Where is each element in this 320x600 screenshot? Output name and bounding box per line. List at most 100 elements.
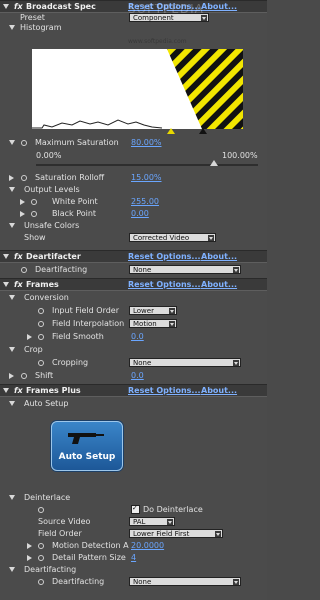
stopwatch-icon[interactable] xyxy=(31,197,37,207)
input-field-order-row: Input Field Order Lower xyxy=(0,306,267,316)
slider-thumb-icon[interactable] xyxy=(209,160,218,166)
stopwatch-icon[interactable] xyxy=(21,371,27,381)
stopwatch-icon[interactable] xyxy=(21,138,27,148)
detail-pattern-row: Detail Pattern Size 4 xyxy=(0,553,267,563)
auto-setup-button[interactable]: Auto Setup xyxy=(51,421,123,471)
shift-value[interactable]: 0.0 xyxy=(131,371,144,381)
fx-icon[interactable]: fx xyxy=(14,385,23,396)
auto-setup-row: Auto Setup xyxy=(0,399,267,409)
stopwatch-icon[interactable] xyxy=(38,553,44,563)
input-field-order-label: Input Field Order xyxy=(52,306,119,315)
collapsed-triangle-icon[interactable] xyxy=(9,173,14,183)
max-saturation-value[interactable]: 80.00% xyxy=(131,138,162,148)
collapsed-triangle-icon[interactable] xyxy=(20,209,25,219)
max-saturation-slider[interactable] xyxy=(36,164,258,166)
chevron-down-icon xyxy=(167,519,173,525)
reset-options-link[interactable]: Reset Options... xyxy=(128,279,201,290)
stopwatch-icon[interactable] xyxy=(38,306,44,316)
rolloff-marker-icon[interactable] xyxy=(199,128,207,134)
do-deinterlace-row: Do Deinterlace xyxy=(0,503,267,515)
stopwatch-icon[interactable] xyxy=(21,265,27,275)
effect-title: Frames Plus xyxy=(26,386,81,395)
collapse-triangle-icon[interactable] xyxy=(3,1,9,12)
field-order-dropdown[interactable]: Lower Field First xyxy=(129,529,223,538)
detail-pattern-value[interactable]: 4 xyxy=(131,553,136,563)
show-label: Show xyxy=(24,233,46,242)
expand-triangle-icon[interactable] xyxy=(9,565,15,575)
source-video-value: PAL xyxy=(133,518,146,526)
source-video-row: Source Video PAL xyxy=(0,517,267,527)
effect-header-frames-plus[interactable]: fx Frames Plus Reset Options... About... xyxy=(0,384,267,397)
expand-triangle-icon[interactable] xyxy=(9,345,15,355)
field-smooth-value[interactable]: 0.0 xyxy=(131,332,144,342)
shift-row: Shift 0.0 xyxy=(0,371,267,381)
expand-triangle-icon[interactable] xyxy=(9,399,15,409)
deartifacting-dropdown[interactable]: None xyxy=(129,265,241,274)
effect-title: Broadcast Spec xyxy=(26,2,96,11)
histogram-label: Histogram xyxy=(20,23,62,32)
input-field-order-dropdown[interactable]: Lower xyxy=(129,306,177,315)
stopwatch-icon[interactable] xyxy=(38,358,44,368)
effect-header-deartifacter[interactable]: fx Deartifacter Reset Options... About..… xyxy=(0,250,267,263)
fx-icon[interactable]: fx xyxy=(14,251,23,262)
source-video-dropdown[interactable]: PAL xyxy=(129,517,175,526)
collapsed-triangle-icon[interactable] xyxy=(20,197,25,207)
output-levels-label: Output Levels xyxy=(24,185,80,194)
show-value: Corrected Video xyxy=(133,234,190,242)
effect-header-frames[interactable]: fx Frames Reset Options... About... xyxy=(0,278,267,291)
field-interpolation-dropdown[interactable]: Motion xyxy=(129,319,177,328)
stopwatch-icon[interactable] xyxy=(38,541,44,551)
expand-triangle-icon[interactable] xyxy=(9,221,15,231)
fp-deartifacting-label: Deartifacting xyxy=(52,577,105,586)
scale-max-label: 100.00% xyxy=(222,151,258,160)
fp-deartifacting-dropdown[interactable]: None xyxy=(129,577,241,586)
show-dropdown[interactable]: Corrected Video xyxy=(129,233,216,242)
do-deinterlace-checkbox[interactable] xyxy=(131,503,140,515)
white-point-value[interactable]: 255.00 xyxy=(131,197,159,207)
stopwatch-icon[interactable] xyxy=(38,577,44,587)
stopwatch-icon[interactable] xyxy=(31,209,37,219)
max-saturation-label: Maximum Saturation xyxy=(35,138,119,147)
motion-detection-value[interactable]: 20.0000 xyxy=(131,541,164,551)
effect-title: Deartifacter xyxy=(26,252,81,261)
expand-triangle-icon[interactable] xyxy=(9,23,15,33)
collapse-triangle-icon[interactable] xyxy=(3,279,9,290)
stopwatch-icon[interactable] xyxy=(38,332,44,342)
expand-triangle-icon[interactable] xyxy=(9,493,15,503)
input-field-order-value: Lower xyxy=(133,307,154,315)
histogram-graph xyxy=(32,49,243,129)
about-link[interactable]: About... xyxy=(201,385,237,396)
collapsed-triangle-icon[interactable] xyxy=(27,553,32,563)
about-link[interactable]: About... xyxy=(201,251,237,262)
expand-triangle-icon[interactable] xyxy=(9,293,15,303)
deinterlace-label: Deinterlace xyxy=(24,493,71,502)
reset-options-link[interactable]: Reset Options... xyxy=(128,385,201,396)
collapse-triangle-icon[interactable] xyxy=(3,251,9,262)
stopwatch-icon[interactable] xyxy=(38,319,44,329)
fx-icon[interactable]: fx xyxy=(14,1,23,12)
about-link[interactable]: About... xyxy=(201,1,237,12)
expand-triangle-icon[interactable] xyxy=(9,185,15,195)
expand-triangle-icon[interactable] xyxy=(9,138,15,148)
detail-pattern-label: Detail Pattern Size xyxy=(52,553,126,562)
chevron-down-icon xyxy=(169,321,175,327)
black-point-value[interactable]: 0.00 xyxy=(131,209,149,219)
collapsed-triangle-icon[interactable] xyxy=(9,371,14,381)
motion-detection-label: Motion Detection A xyxy=(52,541,129,550)
saturation-rolloff-row: Saturation Rolloff 15.00% xyxy=(0,173,267,183)
cropping-dropdown[interactable]: None xyxy=(129,358,241,367)
stopwatch-icon[interactable] xyxy=(38,505,44,515)
collapse-triangle-icon[interactable] xyxy=(3,385,9,396)
about-link[interactable]: About... xyxy=(201,279,237,290)
collapsed-triangle-icon[interactable] xyxy=(27,541,32,551)
fx-icon[interactable]: fx xyxy=(14,279,23,290)
chevron-down-icon xyxy=(215,531,221,537)
reset-options-link[interactable]: Reset Options... xyxy=(128,251,201,262)
saturation-marker-icon[interactable] xyxy=(167,128,175,134)
saturation-rolloff-value[interactable]: 15.00% xyxy=(131,173,162,183)
collapsed-triangle-icon[interactable] xyxy=(27,332,32,342)
unsafe-colors-label: Unsafe Colors xyxy=(24,221,80,230)
stopwatch-icon[interactable] xyxy=(21,173,27,183)
field-order-row: Field Order Lower Field First xyxy=(0,529,267,539)
deartifacting-row: Deartifacting None xyxy=(0,265,267,275)
